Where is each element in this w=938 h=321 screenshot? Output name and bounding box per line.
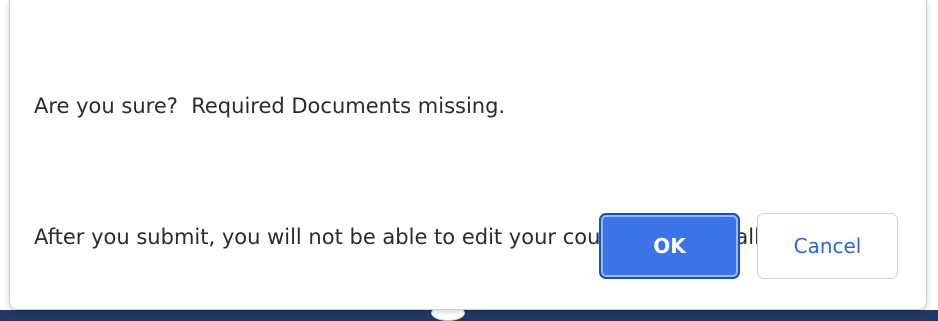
dialog-message-warning: Are you sure? Required Documents missing… <box>34 94 506 118</box>
cancel-button[interactable]: Cancel <box>757 213 898 279</box>
confirm-dialog: Are you sure? Required Documents missing… <box>9 0 927 310</box>
ok-button[interactable]: OK <box>599 213 740 279</box>
